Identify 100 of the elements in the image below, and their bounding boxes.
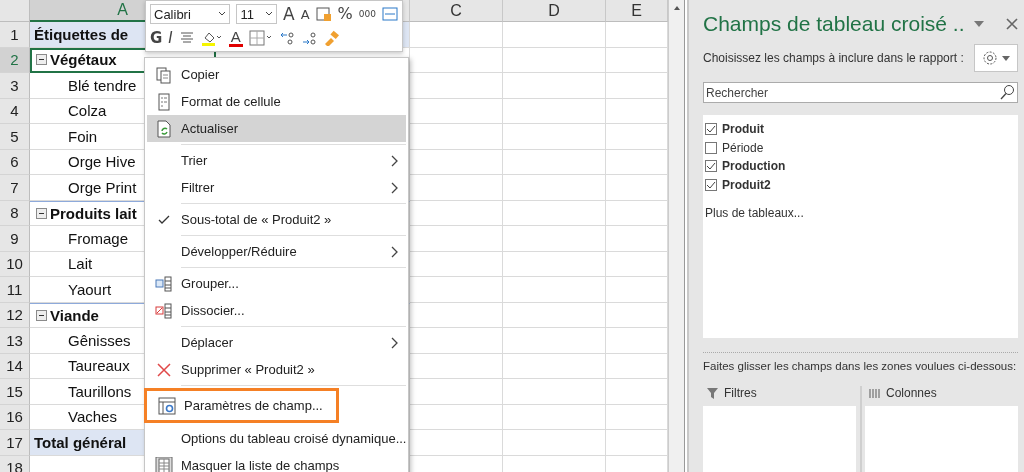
decrease-decimal-icon[interactable] bbox=[300, 30, 317, 46]
search-field[interactable]: Rechercher bbox=[703, 82, 1018, 103]
more-tables-link[interactable]: Plus de tableaux... bbox=[705, 206, 1016, 220]
refresh-icon bbox=[155, 119, 173, 138]
field-item[interactable]: Période bbox=[705, 138, 1016, 157]
cell-text: Vaches bbox=[68, 408, 117, 426]
settings-button[interactable] bbox=[974, 44, 1018, 72]
table-cell bbox=[606, 404, 668, 430]
menu-item[interactable]: Copier bbox=[147, 61, 407, 88]
caret-icon[interactable] bbox=[265, 11, 274, 17]
fill-color-icon[interactable] bbox=[200, 30, 223, 46]
table-cell bbox=[606, 124, 668, 150]
row-header: 1 bbox=[0, 22, 30, 48]
menu-item[interactable]: Masquer la liste de champs bbox=[147, 452, 407, 472]
collapse-icon[interactable] bbox=[36, 207, 47, 219]
columns-icon bbox=[869, 387, 880, 399]
copy-icon bbox=[155, 65, 173, 84]
group-icon bbox=[155, 274, 173, 293]
checkbox[interactable] bbox=[705, 160, 717, 173]
dropdown-icon[interactable] bbox=[974, 21, 984, 27]
row-header: 17 bbox=[0, 430, 30, 456]
checkbox[interactable] bbox=[705, 178, 717, 191]
table-cell bbox=[606, 73, 668, 99]
cell-text: Total général bbox=[34, 433, 127, 451]
search-icon[interactable] bbox=[999, 84, 1015, 100]
check-icon bbox=[158, 213, 170, 226]
row-header: 13 bbox=[0, 328, 30, 354]
menu-item[interactable]: Déplacer bbox=[147, 329, 407, 356]
close-icon[interactable] bbox=[1006, 18, 1018, 30]
bold-button[interactable]: G bbox=[150, 30, 163, 46]
caret-icon[interactable] bbox=[218, 11, 227, 17]
checkbox[interactable] bbox=[705, 141, 717, 154]
cell-text: Yaourt bbox=[68, 280, 112, 298]
shrink-font-button[interactable]: A bbox=[300, 7, 310, 21]
menu-item[interactable]: Options du tableau croisé dynamique... bbox=[147, 425, 407, 452]
delete-icon bbox=[155, 360, 173, 379]
table-cell bbox=[606, 175, 668, 201]
percent-button[interactable]: % bbox=[337, 6, 353, 22]
row-header: 7 bbox=[0, 175, 30, 201]
menu-item[interactable]: Trier bbox=[147, 147, 407, 174]
menu-item[interactable]: Grouper... bbox=[147, 270, 407, 297]
italic-button[interactable]: I bbox=[168, 30, 173, 46]
field-item[interactable]: Produit bbox=[705, 120, 1016, 139]
menu-item[interactable]: Paramètres de champ... bbox=[144, 388, 339, 423]
row-header: 3 bbox=[0, 73, 30, 99]
increase-decimal-icon[interactable] bbox=[278, 30, 295, 46]
cell-text: Végétaux bbox=[50, 51, 117, 69]
column-header[interactable]: E bbox=[606, 0, 668, 22]
cell-text: Orge Hive bbox=[68, 153, 136, 171]
table-cell bbox=[606, 430, 668, 456]
table-cell bbox=[606, 328, 668, 354]
table-cell bbox=[606, 353, 668, 379]
row-header: 14 bbox=[0, 353, 30, 379]
column-header[interactable]: C bbox=[410, 0, 503, 22]
row-header: 5 bbox=[0, 124, 30, 150]
cell-text: Gênisses bbox=[68, 331, 131, 349]
cell-text: Produits lait bbox=[50, 204, 137, 222]
table-cell bbox=[606, 277, 668, 303]
area-label: Filtres bbox=[724, 386, 757, 400]
menu-item[interactable]: Développer/Réduire bbox=[147, 238, 407, 265]
row-header: 9 bbox=[0, 226, 30, 252]
cell-text: Étiquettes de bbox=[34, 25, 129, 43]
table-cell bbox=[606, 379, 668, 405]
column-header[interactable]: D bbox=[503, 0, 606, 22]
checkbox[interactable] bbox=[705, 123, 717, 136]
cell-text: Viande bbox=[50, 306, 99, 324]
field-settings-icon bbox=[158, 396, 176, 415]
field-item[interactable]: Production bbox=[705, 157, 1016, 176]
row-header: 11 bbox=[0, 277, 30, 303]
cell-text: Foin bbox=[68, 127, 98, 145]
menu-item[interactable]: Filtrer bbox=[147, 174, 407, 201]
row-header: 6 bbox=[0, 149, 30, 175]
scrollbar[interactable] bbox=[668, 0, 685, 472]
row-header: 15 bbox=[0, 379, 30, 405]
settings-icon bbox=[982, 50, 998, 66]
collapse-icon[interactable] bbox=[36, 309, 47, 321]
menu-item[interactable]: Supprimer « Produit2 » bbox=[147, 356, 407, 383]
row-header: 10 bbox=[0, 251, 30, 277]
menu-item[interactable]: Actualiser bbox=[147, 115, 407, 142]
cell-text: Blé tendre bbox=[68, 76, 137, 94]
menu-item[interactable]: Dissocier... bbox=[147, 297, 407, 324]
font-size-field[interactable]: 11 bbox=[236, 4, 278, 24]
table-cell bbox=[606, 22, 668, 48]
field-item[interactable]: Produit2 bbox=[705, 175, 1016, 194]
table-cell bbox=[606, 200, 668, 226]
table-cell bbox=[606, 226, 668, 252]
menu-item[interactable]: Format de cellule bbox=[147, 88, 407, 115]
font-color-button[interactable]: A bbox=[228, 29, 243, 47]
drag-hint: Faites glisser les champs dans les zones voulues ci-dessous: bbox=[703, 360, 1018, 372]
filter-icon bbox=[707, 387, 718, 399]
ungroup-icon bbox=[155, 301, 173, 320]
area-label: Colonnes bbox=[886, 386, 937, 400]
font-name-field[interactable]: Calibri bbox=[150, 4, 231, 24]
cell-text: Colza bbox=[68, 102, 107, 120]
menu-item[interactable]: Sous-total de « Produit2 » bbox=[147, 206, 407, 233]
row-header: 2 bbox=[0, 47, 30, 73]
cell-text: Lait bbox=[68, 255, 93, 273]
grow-font-button[interactable]: A bbox=[283, 5, 295, 23]
thousands-button[interactable]: 000 bbox=[358, 9, 376, 19]
collapse-icon[interactable] bbox=[36, 54, 47, 66]
